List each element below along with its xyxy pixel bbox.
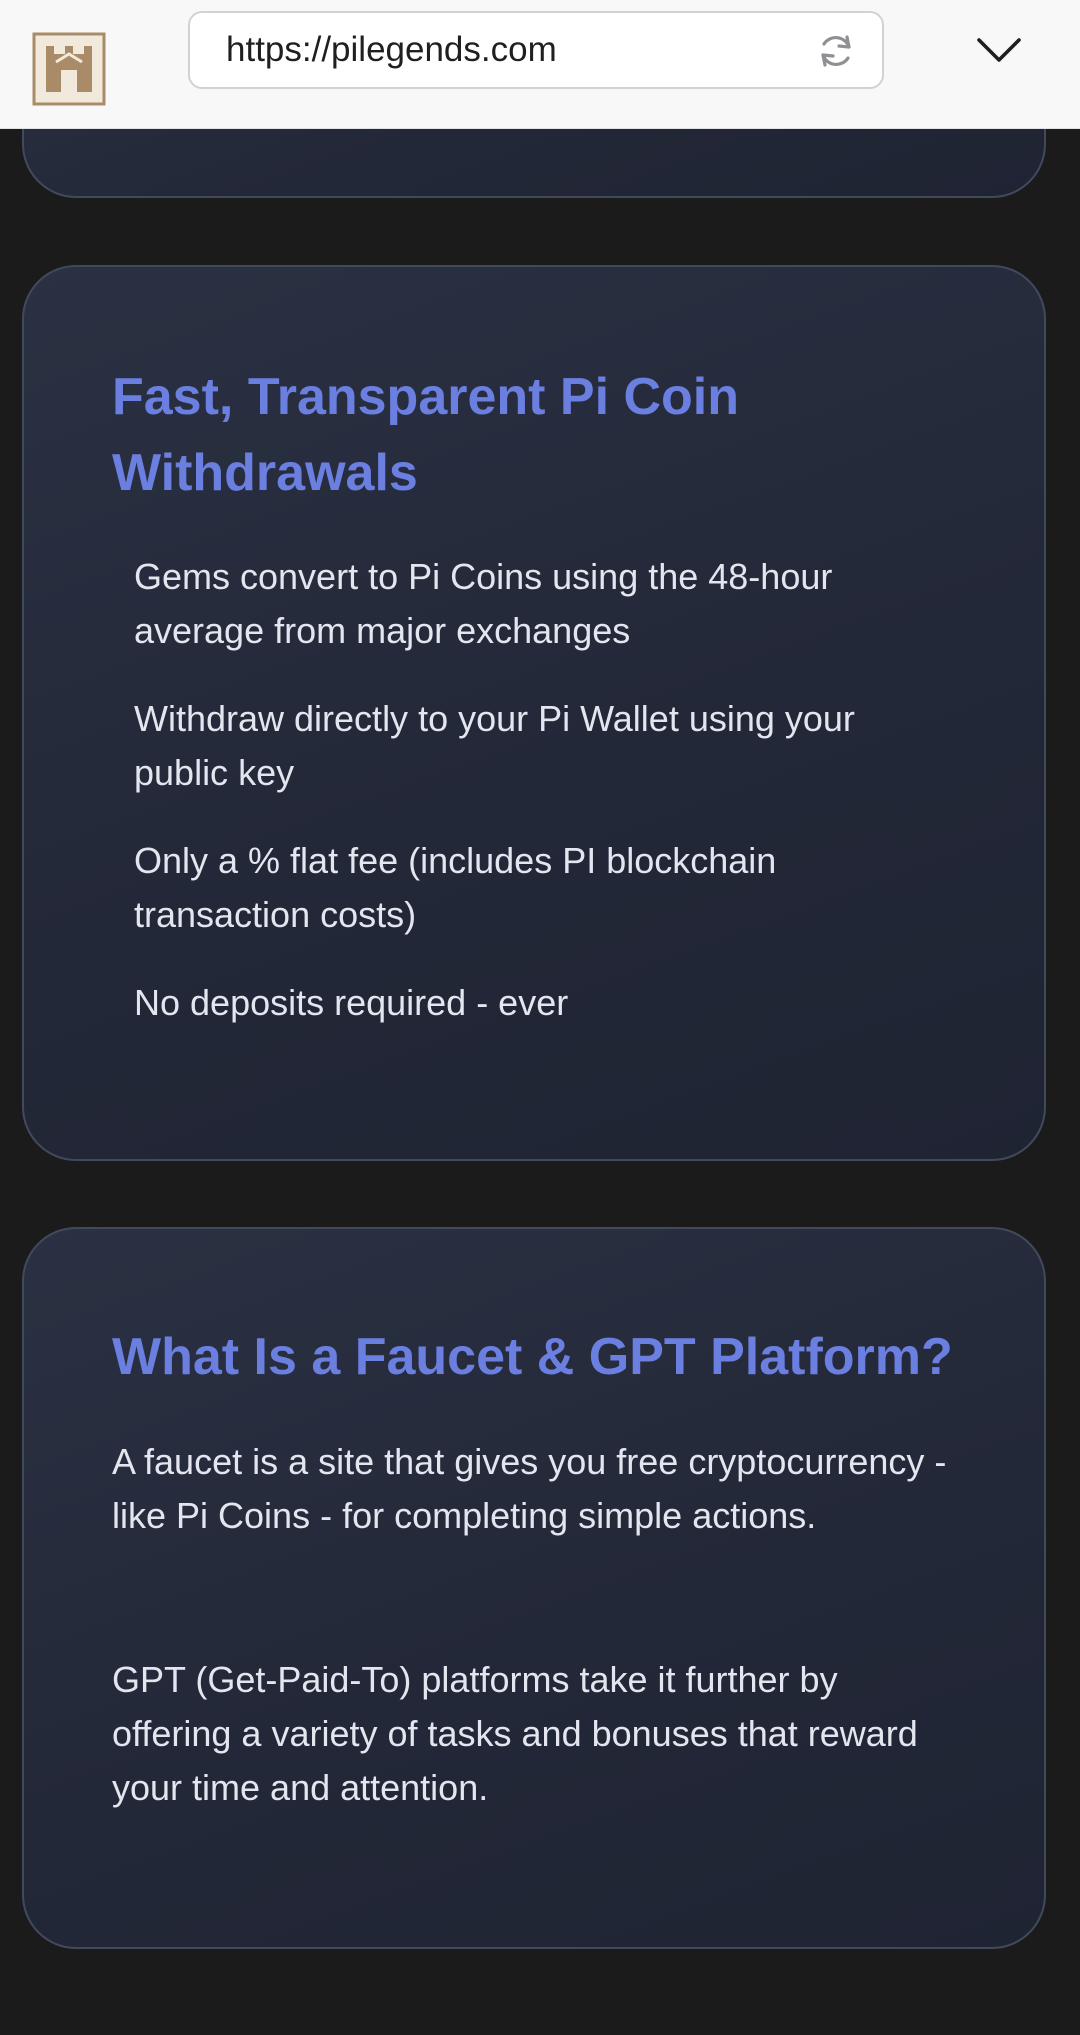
faucet-gpt-heading: What Is a Faucet & GPT Platform?	[112, 1328, 953, 1386]
browser-toolbar: https://pilegends.com	[0, 0, 1080, 129]
list-item: Gems convert to Pi Coins using the 48-ho…	[134, 556, 833, 651]
faucet-gpt-card: What Is a Faucet & GPT Platform? A fauce…	[22, 1227, 1046, 1949]
page-content: Fast, Transparent Pi Coin Withdrawals Ge…	[0, 0, 1080, 2035]
withdrawals-feature-list: Gems convert to Pi Coins using the 48-ho…	[134, 550, 954, 1064]
list-item: Withdraw directly to your Pi Wallet usin…	[134, 698, 855, 793]
gpt-description: GPT (Get-Paid-To) platforms take it furt…	[112, 1659, 918, 1808]
list-item: No deposits required - ever	[134, 982, 569, 1023]
url-text[interactable]: https://pilegends.com	[226, 13, 557, 87]
reload-icon[interactable]	[816, 31, 856, 71]
withdrawals-card: Fast, Transparent Pi Coin Withdrawals Ge…	[22, 265, 1046, 1161]
withdrawals-heading: Fast, Transparent Pi Coin Withdrawals	[112, 368, 740, 502]
chevron-down-icon[interactable]	[976, 30, 1022, 70]
faucet-description: A faucet is a site that gives you free c…	[112, 1441, 947, 1536]
list-item: Only a % flat fee (includes PI blockchai…	[134, 840, 777, 935]
url-bar[interactable]: https://pilegends.com	[188, 11, 884, 89]
site-logo-icon[interactable]	[32, 32, 106, 106]
